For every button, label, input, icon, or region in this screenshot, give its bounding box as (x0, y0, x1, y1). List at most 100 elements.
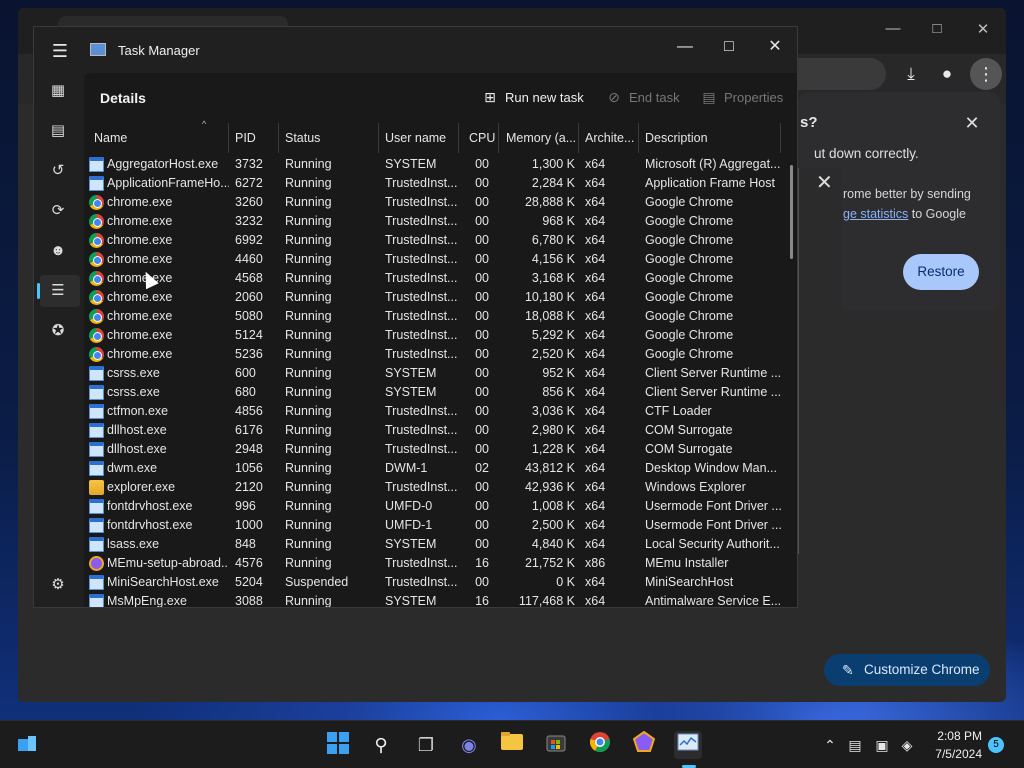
column-separator[interactable] (780, 123, 781, 153)
file-explorer-icon[interactable] (498, 731, 526, 759)
process-status: Running (285, 442, 332, 456)
widgets-icon[interactable] (16, 733, 38, 755)
tray-app-icon[interactable]: ▤ (845, 735, 865, 755)
table-row[interactable]: AggregatorHost.exe 3732 Running SYSTEM 00 1,3… (84, 155, 797, 174)
maximize-button[interactable]: □ (714, 33, 744, 61)
table-row[interactable]: csrss.exe 600 Running SYSTEM 00 952 K x64 Clien… (84, 364, 797, 383)
column-separator[interactable] (578, 123, 579, 153)
profile-icon[interactable]: ● (934, 64, 960, 86)
column-header-cpu[interactable]: CPU (469, 131, 495, 151)
properties-button[interactable]: ▤ Properties (700, 89, 783, 106)
column-separator[interactable] (228, 123, 229, 153)
column-separator[interactable] (378, 123, 379, 153)
process-cpu: 00 (475, 157, 489, 171)
chrome-menu-button[interactable]: ⋮ (970, 58, 1002, 90)
column-header-memory[interactable]: Memory (a... (506, 131, 576, 151)
search-icon[interactable]: ⚲ (367, 731, 395, 759)
table-row[interactable]: MEmu-setup-abroad... 4576 Running TrustedIn… (84, 554, 797, 573)
exe-icon (89, 537, 104, 552)
column-header-architecture[interactable]: Archite... (585, 131, 634, 151)
column-separator[interactable] (278, 123, 279, 153)
minimize-button[interactable]: — (670, 33, 700, 61)
hamburger-menu-icon[interactable]: ☰ (50, 41, 70, 62)
chrome-minimize-button[interactable]: — (878, 20, 908, 40)
run-new-task-button[interactable]: ⊞ Run new task (481, 89, 584, 106)
restore-button[interactable]: Restore (903, 254, 979, 290)
end-task-button[interactable]: ⊘ End task (605, 89, 679, 106)
chrome-taskbar-icon[interactable] (586, 731, 614, 759)
column-separator[interactable] (498, 123, 499, 153)
chevron-up-icon[interactable]: ⌃ (820, 735, 840, 755)
column-separator[interactable] (458, 123, 459, 153)
table-row[interactable]: ctfmon.exe 4856 Running TrustedInst... 00 3,0… (84, 402, 797, 421)
process-description: Local Security Authorit... (645, 537, 780, 551)
table-row[interactable]: chrome.exe 3232 Running TrustedInst... 00 968… (84, 212, 797, 231)
users-icon[interactable]: ☻ (48, 241, 68, 261)
table-row[interactable]: explorer.exe 2120 Running TrustedInst... 00 4… (84, 478, 797, 497)
process-pid: 3088 (235, 594, 263, 608)
table-row[interactable]: chrome.exe 5236 Running TrustedInst... 00 2,5… (84, 345, 797, 364)
startup-apps-icon[interactable]: ⟳ (48, 201, 68, 221)
table-row[interactable]: fontdrvhost.exe 996 Running UMFD-0 00 1,008 K… (84, 497, 797, 516)
processes-icon[interactable]: ▦ (48, 81, 68, 101)
performance-icon[interactable]: ▤ (48, 121, 68, 141)
usage-statistics-link[interactable]: ge statistics (843, 207, 908, 221)
app-history-icon[interactable]: ↺ (48, 161, 68, 181)
table-row[interactable]: dllhost.exe 2948 Running TrustedInst... 00 1,… (84, 440, 797, 459)
process-name: chrome.exe (107, 233, 173, 247)
chrome-close-button[interactable]: ✕ (968, 20, 998, 40)
table-row[interactable]: dwm.exe 1056 Running DWM-1 02 43,812 K x64 Desk… (84, 459, 797, 478)
details-icon[interactable]: ☰ (48, 281, 68, 301)
table-row[interactable]: ApplicationFrameHo... 6272 Running TrustedI… (84, 174, 797, 193)
table-row[interactable]: chrome.exe 5124 Running TrustedInst... 00 5,2… (84, 326, 797, 345)
task-manager-taskbar-icon[interactable] (674, 731, 702, 759)
vertical-scrollbar[interactable] (790, 165, 793, 259)
table-row[interactable]: chrome.exe 4568 Running TrustedInst... 00 3,1… (84, 269, 797, 288)
close-button[interactable]: ✕ (760, 33, 790, 61)
page-title: Details (100, 90, 146, 106)
table-row[interactable]: lsass.exe 848 Running SYSTEM 00 4,840 K x64 Loc… (84, 535, 797, 554)
task-view-icon[interactable]: ❐ (412, 731, 440, 759)
table-row[interactable]: chrome.exe 3260 Running TrustedInst... 00 28,… (84, 193, 797, 212)
task-manager-titlebar[interactable]: ☰ Task Manager — □ ✕ (34, 27, 797, 73)
close-icon[interactable]: ✕ (964, 113, 980, 134)
column-header-name[interactable]: Name (94, 131, 127, 151)
table-row[interactable]: MiniSearchHost.exe 5204 Suspended TrustedIn… (84, 573, 797, 592)
customize-chrome-button[interactable]: ✎ Customize Chrome (824, 654, 990, 686)
volume-muted-icon[interactable]: ◈ (897, 735, 917, 755)
table-row[interactable]: chrome.exe 2060 Running TrustedInst... 00 10,… (84, 288, 797, 307)
table-row[interactable]: csrss.exe 680 Running SYSTEM 00 856 K x64 Clien… (84, 383, 797, 402)
table-row[interactable]: chrome.exe 4460 Running TrustedInst... 00 4,1… (84, 250, 797, 269)
start-button[interactable] (324, 731, 352, 759)
process-architecture: x64 (585, 423, 606, 437)
clock-date[interactable]: 7/5/2024 (928, 747, 982, 761)
chrome-maximize-button[interactable]: □ (922, 20, 952, 40)
process-cpu: 00 (475, 537, 489, 551)
process-architecture: x64 (585, 499, 606, 513)
process-status: Running (285, 290, 332, 304)
column-header-status[interactable]: Status (285, 131, 320, 151)
column-header-description[interactable]: Description (645, 131, 708, 151)
table-row[interactable]: MsMpEng.exe 3088 Running SYSTEM 16 117,468 K x… (84, 592, 797, 608)
column-separator[interactable] (638, 123, 639, 153)
download-icon[interactable]: ⤓ (898, 64, 924, 86)
table-row[interactable]: chrome.exe 5080 Running TrustedInst... 00 18,… (84, 307, 797, 326)
process-description: Usermode Font Driver ... (645, 499, 781, 513)
services-icon[interactable]: ✪ (48, 321, 68, 341)
memu-taskbar-icon[interactable] (630, 730, 658, 759)
process-architecture: x64 (585, 366, 606, 380)
table-row[interactable]: dllhost.exe 6176 Running TrustedInst... 00 2,… (84, 421, 797, 440)
process-memory: 10,180 K (524, 290, 575, 304)
microsoft-store-icon[interactable] (542, 731, 570, 759)
clock-time[interactable]: 2:08 PM (934, 729, 982, 743)
notification-badge[interactable]: 5 (988, 737, 1004, 753)
table-row[interactable]: chrome.exe 6992 Running TrustedInst... 00 6,7… (84, 231, 797, 250)
network-icon[interactable]: ▣ (872, 735, 892, 755)
close-icon[interactable]: ✕ (816, 170, 833, 195)
table-row[interactable]: fontdrvhost.exe 1000 Running UMFD-1 00 2,500 … (84, 516, 797, 535)
process-name: chrome.exe (107, 290, 173, 304)
chat-icon[interactable]: ◉ (455, 731, 483, 759)
column-header-user[interactable]: User name (385, 131, 446, 151)
settings-gear-icon[interactable]: ⚙ (48, 575, 68, 595)
column-header-pid[interactable]: PID (235, 131, 256, 151)
